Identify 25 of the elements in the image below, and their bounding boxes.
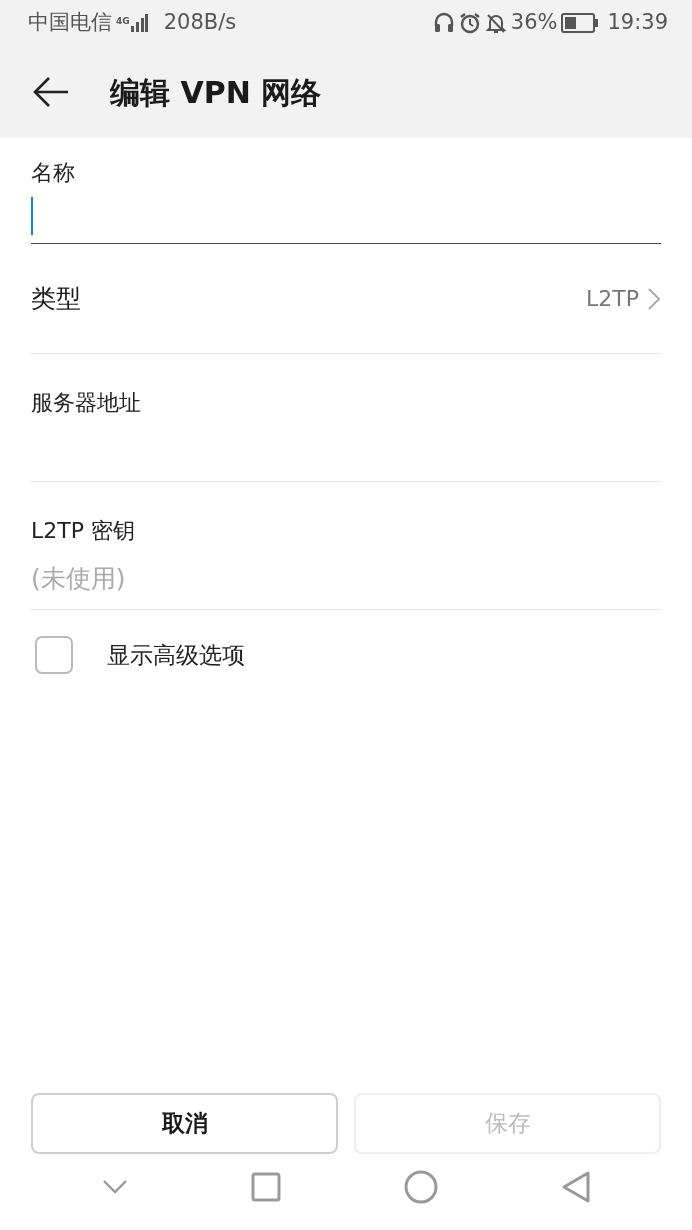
network-speed: 208B/s	[163, 9, 237, 37]
home-icon[interactable]	[403, 1170, 438, 1204]
clock-time: 19:39	[607, 9, 668, 37]
type-value[interactable]: L2TP	[586, 282, 639, 315]
headset-icon	[432, 12, 455, 34]
back-triangle-icon[interactable]	[560, 1170, 591, 1204]
text-cursor	[31, 197, 33, 235]
alarm-icon	[458, 12, 481, 34]
checkbox[interactable]	[35, 636, 73, 674]
page-title: 编辑 VPN 网络	[110, 73, 322, 112]
action-button[interactable]: 取消	[31, 1093, 338, 1154]
field-label: 名称	[31, 159, 76, 187]
chevron-down-icon[interactable]	[101, 1179, 128, 1195]
chevron-right-icon	[647, 286, 661, 311]
recents-icon[interactable]	[250, 1172, 281, 1202]
field-label: L2TP 密钥	[31, 517, 136, 545]
input-field[interactable]: (未使用)	[31, 559, 661, 597]
field-label: 服务器地址	[31, 389, 142, 417]
back-icon[interactable]	[32, 76, 70, 108]
battery-icon	[561, 13, 600, 33]
field-label: 类型	[31, 282, 81, 315]
battery-percent: 36%	[510, 9, 558, 37]
checkbox-label: 显示高级选项	[107, 640, 245, 670]
carrier-name: 中国电信	[28, 9, 112, 37]
muted-bell-icon	[484, 12, 507, 34]
